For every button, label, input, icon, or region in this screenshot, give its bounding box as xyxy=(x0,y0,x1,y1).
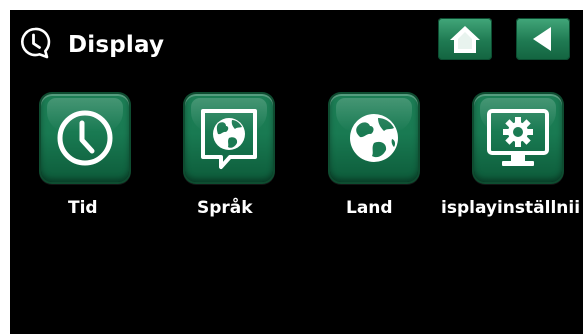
back-arrow-icon xyxy=(533,27,551,51)
displayinstallningar-label: isplayinställnii xyxy=(441,198,581,218)
home-icon xyxy=(450,26,480,53)
screen-bezel-top xyxy=(0,0,583,10)
globe-icon xyxy=(350,114,398,162)
display-menu-screen: Display Tid Språk Land isplayinställnii xyxy=(0,0,583,334)
tid-tile[interactable] xyxy=(41,94,129,182)
land-label: Land xyxy=(346,198,393,218)
monitor-gear-icon xyxy=(487,109,549,166)
clock-speech-icon xyxy=(21,27,51,59)
home-button[interactable] xyxy=(438,18,492,60)
land-tile[interactable] xyxy=(330,94,418,182)
clock-icon xyxy=(57,110,113,166)
displayinstallningar-tile[interactable] xyxy=(474,94,562,182)
sprak-tile[interactable] xyxy=(185,94,273,182)
screen-bezel-left xyxy=(0,0,10,334)
sprak-label: Språk xyxy=(197,198,253,218)
back-button[interactable] xyxy=(516,18,570,60)
page-title: Display xyxy=(68,32,165,58)
globe-speech-bubble-icon xyxy=(201,109,257,169)
tid-label: Tid xyxy=(68,198,98,218)
